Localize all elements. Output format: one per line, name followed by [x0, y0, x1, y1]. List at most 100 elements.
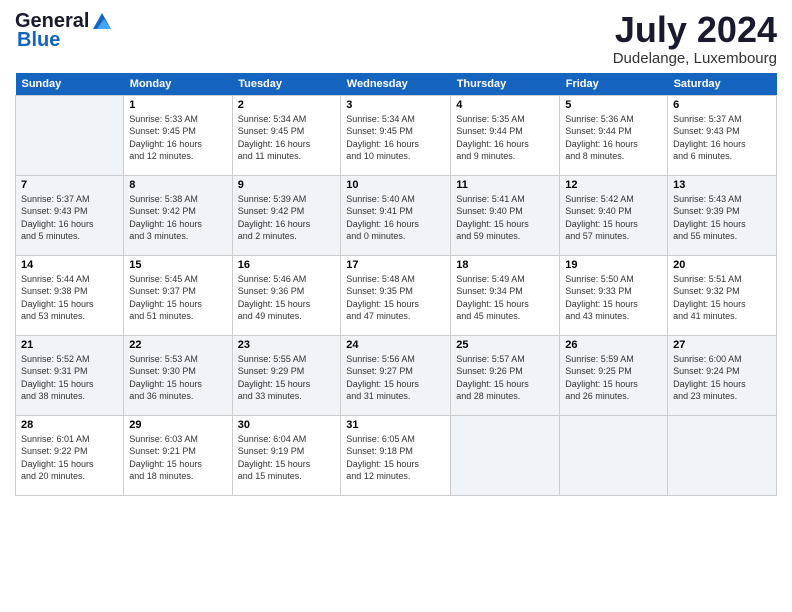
day-info: Sunrise: 6:01 AM Sunset: 9:22 PM Dayligh… [21, 434, 94, 482]
logo: General Blue [15, 10, 113, 52]
day-info: Sunrise: 5:55 AM Sunset: 9:29 PM Dayligh… [238, 354, 311, 402]
day-number: 25 [456, 339, 554, 351]
day-number: 8 [129, 179, 226, 191]
day-info: Sunrise: 5:46 AM Sunset: 9:36 PM Dayligh… [238, 274, 311, 322]
day-info: Sunrise: 5:57 AM Sunset: 9:26 PM Dayligh… [456, 354, 529, 402]
day-info: Sunrise: 5:41 AM Sunset: 9:40 PM Dayligh… [456, 194, 529, 242]
day-info: Sunrise: 5:56 AM Sunset: 9:27 PM Dayligh… [346, 354, 419, 402]
weekday-header-row: Sunday Monday Tuesday Wednesday Thursday… [16, 73, 777, 96]
day-info: Sunrise: 6:05 AM Sunset: 9:18 PM Dayligh… [346, 434, 419, 482]
day-cell-3-5: 26Sunrise: 5:59 AM Sunset: 9:25 PM Dayli… [560, 335, 668, 415]
day-number: 15 [129, 259, 226, 271]
day-cell-4-0: 28 Sunrise: 6:01 AM Sunset: 9:22 PM Dayli… [16, 415, 124, 495]
day-cell-2-2: 16 Sunrise: 5:46 AM Sunset: 9:36 PM Dayli… [232, 255, 341, 335]
day-number: 2 [238, 99, 336, 111]
day-info: Sunrise: 5:51 AM Sunset: 9:32 PM Dayligh… [673, 274, 746, 322]
header: General Blue July 2024 Dudelange, Luxemb… [15, 10, 777, 67]
day-number: 21 [21, 339, 118, 351]
day-info: Sunrise: 5:37 AM Sunset: 9:43 PM Dayligh… [673, 114, 746, 162]
day-cell-0-3: 3Sunrise: 5:34 AM Sunset: 9:45 PM Daylig… [341, 95, 451, 175]
day-cell-3-0: 21 Sunrise: 5:52 AM Sunset: 9:31 PM Dayli… [16, 335, 124, 415]
day-cell-1-5: 12 Sunrise: 5:42 AM Sunset: 9:40 PM Dayli… [560, 175, 668, 255]
day-number: 16 [238, 259, 336, 271]
day-cell-2-5: 19Sunrise: 5:50 AM Sunset: 9:33 PM Dayli… [560, 255, 668, 335]
day-number: 1 [129, 99, 226, 111]
title-block: July 2024 Dudelange, Luxembourg [613, 10, 777, 67]
day-number: 13 [673, 179, 771, 191]
day-info: Sunrise: 5:36 AM Sunset: 9:44 PM Dayligh… [565, 114, 638, 162]
day-number: 3 [346, 99, 445, 111]
day-cell-4-2: 30 Sunrise: 6:04 AM Sunset: 9:19 PM Dayli… [232, 415, 341, 495]
day-info: Sunrise: 5:42 AM Sunset: 9:40 PM Dayligh… [565, 194, 638, 242]
day-number: 11 [456, 179, 554, 191]
day-number: 24 [346, 339, 445, 351]
day-cell-3-4: 25 Sunrise: 5:57 AM Sunset: 9:26 PM Dayli… [451, 335, 560, 415]
day-number: 28 [21, 419, 118, 431]
day-cell-1-3: 10 Sunrise: 5:40 AM Sunset: 9:41 PM Dayli… [341, 175, 451, 255]
day-cell-4-5 [560, 415, 668, 495]
day-cell-3-1: 22Sunrise: 5:53 AM Sunset: 9:30 PM Dayli… [124, 335, 232, 415]
header-thursday: Thursday [451, 73, 560, 96]
day-cell-3-6: 27 Sunrise: 6:00 AM Sunset: 9:24 PM Dayli… [668, 335, 777, 415]
day-cell-2-0: 14Sunrise: 5:44 AM Sunset: 9:38 PM Dayli… [16, 255, 124, 335]
day-cell-2-6: 20 Sunrise: 5:51 AM Sunset: 9:32 PM Dayli… [668, 255, 777, 335]
day-info: Sunrise: 5:44 AM Sunset: 9:38 PM Dayligh… [21, 274, 94, 322]
day-cell-2-4: 18 Sunrise: 5:49 AM Sunset: 9:34 PM Dayli… [451, 255, 560, 335]
month-year-title: July 2024 [613, 10, 777, 50]
day-number: 18 [456, 259, 554, 271]
day-number: 10 [346, 179, 445, 191]
day-info: Sunrise: 5:45 AM Sunset: 9:37 PM Dayligh… [129, 274, 202, 322]
calendar-body: 1 Sunrise: 5:33 AM Sunset: 9:45 PM Daylig… [16, 95, 777, 495]
day-info: Sunrise: 5:33 AM Sunset: 9:45 PM Dayligh… [129, 114, 202, 162]
day-info: Sunrise: 5:37 AM Sunset: 9:43 PM Dayligh… [21, 194, 94, 242]
week-row-1: 7Sunrise: 5:37 AM Sunset: 9:43 PM Daylig… [16, 175, 777, 255]
day-info: Sunrise: 6:03 AM Sunset: 9:21 PM Dayligh… [129, 434, 202, 482]
calendar-container: General Blue July 2024 Dudelange, Luxemb… [0, 0, 792, 612]
day-number: 22 [129, 339, 226, 351]
day-cell-0-1: 1 Sunrise: 5:33 AM Sunset: 9:45 PM Daylig… [124, 95, 232, 175]
day-info: Sunrise: 6:04 AM Sunset: 9:19 PM Dayligh… [238, 434, 311, 482]
day-number: 29 [129, 419, 226, 431]
day-info: Sunrise: 5:38 AM Sunset: 9:42 PM Dayligh… [129, 194, 202, 242]
header-saturday: Saturday [668, 73, 777, 96]
day-number: 17 [346, 259, 445, 271]
week-row-4: 28 Sunrise: 6:01 AM Sunset: 9:22 PM Dayli… [16, 415, 777, 495]
day-cell-1-6: 13 Sunrise: 5:43 AM Sunset: 9:39 PM Dayli… [668, 175, 777, 255]
day-cell-0-4: 4Sunrise: 5:35 AM Sunset: 9:44 PM Daylig… [451, 95, 560, 175]
day-info: Sunrise: 5:50 AM Sunset: 9:33 PM Dayligh… [565, 274, 638, 322]
day-number: 26 [565, 339, 662, 351]
day-number: 27 [673, 339, 771, 351]
day-cell-3-3: 24 Sunrise: 5:56 AM Sunset: 9:27 PM Dayli… [341, 335, 451, 415]
day-number: 12 [565, 179, 662, 191]
day-cell-4-3: 31 Sunrise: 6:05 AM Sunset: 9:18 PM Dayli… [341, 415, 451, 495]
day-number: 31 [346, 419, 445, 431]
day-info: Sunrise: 6:00 AM Sunset: 9:24 PM Dayligh… [673, 354, 746, 402]
day-cell-0-6: 6Sunrise: 5:37 AM Sunset: 9:43 PM Daylig… [668, 95, 777, 175]
day-number: 5 [565, 99, 662, 111]
day-cell-4-4 [451, 415, 560, 495]
day-cell-2-1: 15 Sunrise: 5:45 AM Sunset: 9:37 PM Dayli… [124, 255, 232, 335]
logo-blue: Blue [17, 29, 60, 52]
day-cell-0-0 [16, 95, 124, 175]
day-cell-1-4: 11 Sunrise: 5:41 AM Sunset: 9:40 PM Dayli… [451, 175, 560, 255]
day-info: Sunrise: 5:48 AM Sunset: 9:35 PM Dayligh… [346, 274, 419, 322]
week-row-3: 21 Sunrise: 5:52 AM Sunset: 9:31 PM Dayli… [16, 335, 777, 415]
header-monday: Monday [124, 73, 232, 96]
day-number: 30 [238, 419, 336, 431]
week-row-0: 1 Sunrise: 5:33 AM Sunset: 9:45 PM Daylig… [16, 95, 777, 175]
day-cell-4-6 [668, 415, 777, 495]
logo-icon [91, 11, 113, 33]
day-info: Sunrise: 5:49 AM Sunset: 9:34 PM Dayligh… [456, 274, 529, 322]
day-info: Sunrise: 5:40 AM Sunset: 9:41 PM Dayligh… [346, 194, 419, 242]
day-info: Sunrise: 5:34 AM Sunset: 9:45 PM Dayligh… [238, 114, 311, 162]
day-cell-0-2: 2 Sunrise: 5:34 AM Sunset: 9:45 PM Daylig… [232, 95, 341, 175]
day-info: Sunrise: 5:35 AM Sunset: 9:44 PM Dayligh… [456, 114, 529, 162]
day-info: Sunrise: 5:39 AM Sunset: 9:42 PM Dayligh… [238, 194, 311, 242]
day-info: Sunrise: 5:52 AM Sunset: 9:31 PM Dayligh… [21, 354, 94, 402]
day-cell-1-0: 7Sunrise: 5:37 AM Sunset: 9:43 PM Daylig… [16, 175, 124, 255]
day-cell-2-3: 17 Sunrise: 5:48 AM Sunset: 9:35 PM Dayli… [341, 255, 451, 335]
day-info: Sunrise: 5:43 AM Sunset: 9:39 PM Dayligh… [673, 194, 746, 242]
day-cell-0-5: 5 Sunrise: 5:36 AM Sunset: 9:44 PM Daylig… [560, 95, 668, 175]
day-number: 20 [673, 259, 771, 271]
day-cell-1-1: 8 Sunrise: 5:38 AM Sunset: 9:42 PM Daylig… [124, 175, 232, 255]
